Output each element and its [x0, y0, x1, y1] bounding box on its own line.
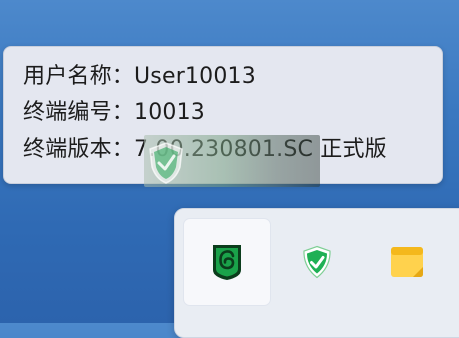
security-shield-icon [303, 245, 331, 279]
tray-item-sticky-notes[interactable] [364, 219, 450, 305]
green-shield-app-icon [213, 245, 241, 280]
tray-item-security-shield[interactable] [274, 219, 360, 305]
terminal-info-tooltip: 用户名称：User10013 终端编号：10013 终端版本：7.00.2308… [3, 46, 443, 187]
system-tray-overflow-flyout [174, 208, 459, 338]
sticky-notes-icon [391, 247, 423, 277]
terminal-id-line: 终端编号：10013 [23, 100, 205, 125]
terminal-version-line: 终端版本：7.00.230801.SC 正式版 [23, 137, 387, 162]
tray-item-green-shield-app[interactable] [184, 219, 270, 305]
user-name-line: 用户名称：User10013 [23, 64, 256, 89]
